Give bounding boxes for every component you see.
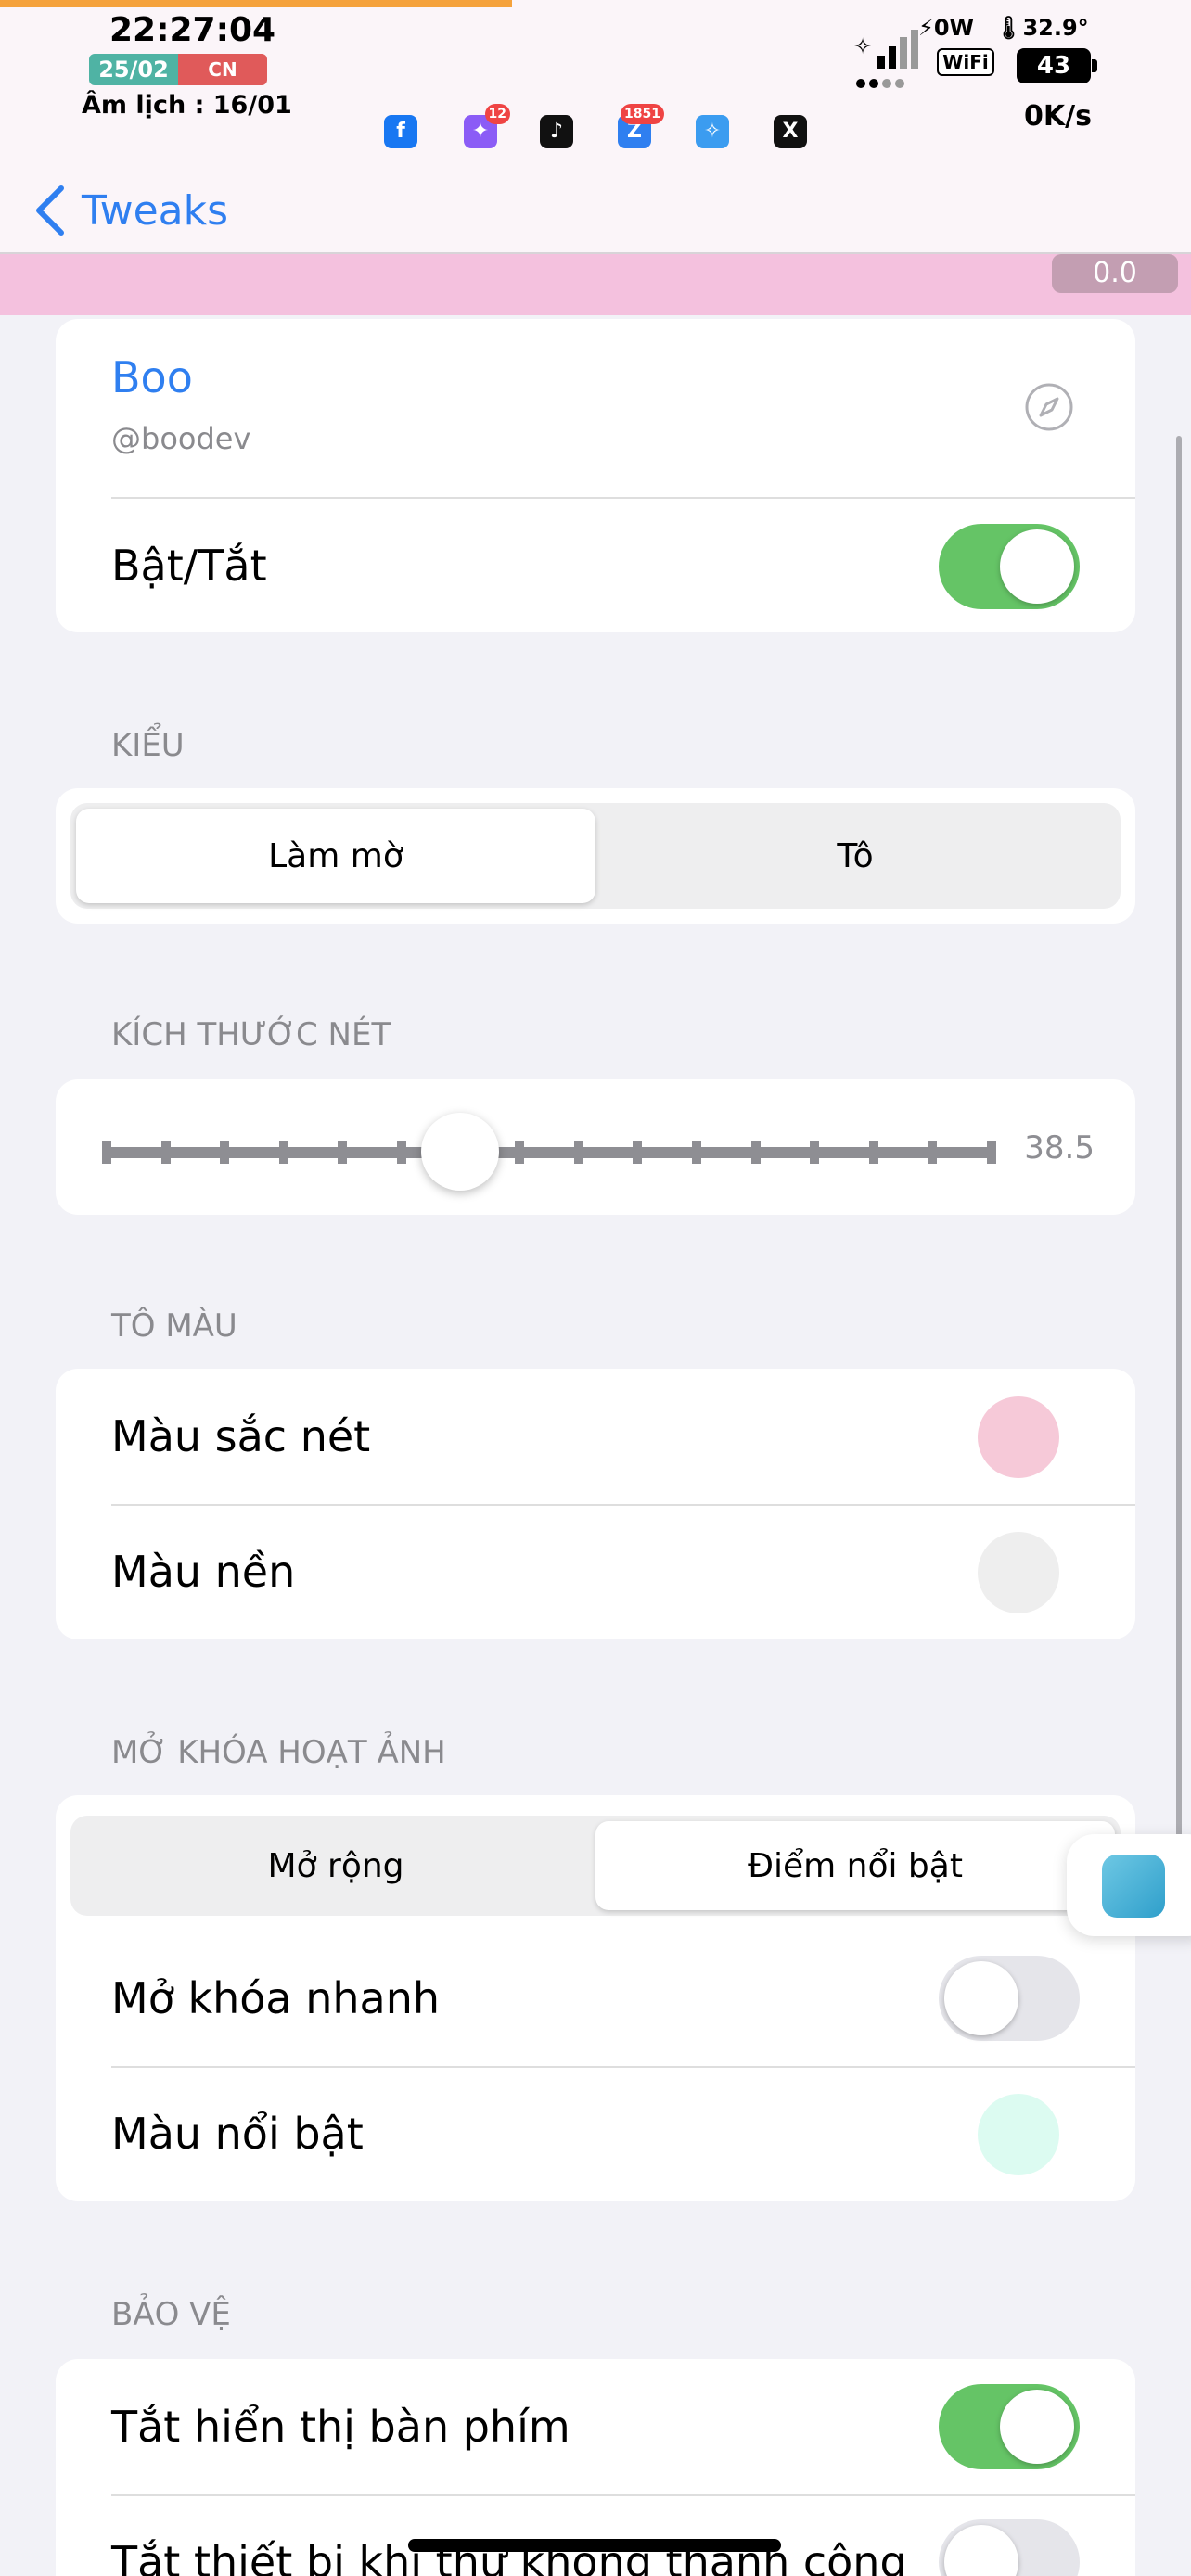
toggle-knob <box>944 1961 1018 2035</box>
enable-toggle[interactable] <box>939 524 1080 609</box>
stroke-size-value: 38.5 <box>1024 1129 1095 1167</box>
segment-fill[interactable]: Tô <box>596 809 1115 903</box>
slider-knob[interactable] <box>420 1113 499 1191</box>
profile-card: Boo @boodev Bật/Tắt <box>56 319 1135 632</box>
safari-icon: ✧ <box>696 115 729 148</box>
clock: 22:27:04 <box>109 11 276 49</box>
charging-wattage: ⚡0W <box>918 15 975 41</box>
slider-tick <box>220 1141 230 1164</box>
toggle-knob <box>1000 529 1074 604</box>
chevron-left-icon <box>36 185 64 236</box>
slider-tick <box>810 1141 820 1164</box>
segment-expand[interactable]: Mở rộng <box>76 1821 596 1910</box>
quick-unlock-label: Mở khóa nhanh <box>111 1973 441 2023</box>
date-badge: 25/02 <box>89 54 178 85</box>
zalo-icon: Z 1851 <box>618 104 664 148</box>
slider-tick <box>397 1141 406 1164</box>
profile-handle: @boodev <box>111 421 251 456</box>
stroke-color-swatch[interactable] <box>978 1396 1059 1478</box>
day-badge: CN <box>178 54 267 85</box>
stroke-size-card: 38.5 <box>56 1079 1135 1215</box>
version-badge: 0.0 <box>1052 254 1178 293</box>
unlock-style-row: Mở rộng Điểm nổi bật <box>56 1795 1135 1931</box>
background-color-swatch[interactable] <box>978 1532 1059 1613</box>
stroke-color-row[interactable]: Màu sắc nét <box>56 1369 1135 1504</box>
section-title-stroke-size: KÍCH THƯỚC NÉT <box>111 1016 391 1053</box>
svg-text:✧: ✧ <box>853 33 872 59</box>
slider-tick <box>338 1141 348 1164</box>
hide-keyboard-label: Tắt hiển thị bàn phím <box>111 2402 570 2452</box>
style-card: Làm mờ Tô <box>56 788 1135 924</box>
scrollbar[interactable] <box>1176 436 1182 1855</box>
back-button[interactable]: Tweaks <box>33 167 228 254</box>
highlight-color-swatch[interactable] <box>978 2094 1059 2175</box>
slider-tick <box>633 1141 643 1164</box>
header-banner: 0.0 <box>0 254 1191 315</box>
slider-tick <box>750 1141 761 1164</box>
slider-tick <box>928 1141 938 1164</box>
enable-label: Bật/Tắt <box>111 541 267 591</box>
slider-tick <box>278 1141 288 1164</box>
hide-keyboard-row: Tắt hiển thị bàn phím <box>56 2359 1135 2494</box>
color-card: Màu sắc nét Màu nền <box>56 1369 1135 1639</box>
toggle-knob <box>944 2525 1018 2576</box>
slider-tick <box>160 1141 171 1164</box>
floating-action-button[interactable] <box>1067 1834 1191 1936</box>
disable-device-row: Tắt thiết bị khi thử không thành công <box>56 2494 1135 2576</box>
wifi-icon: WiFi <box>937 48 994 76</box>
segment-blur[interactable]: Làm mờ <box>76 809 596 903</box>
temperature: 🌡32.9° <box>994 15 1089 41</box>
notification-badge: 12 <box>484 104 510 124</box>
home-indicator <box>408 2539 781 2552</box>
quick-unlock-row: Mở khóa nhanh <box>56 1931 1135 2066</box>
toggle-knob <box>1000 2390 1074 2464</box>
package-icon <box>1102 1855 1165 1918</box>
facebook-icon: f <box>384 115 417 148</box>
battery-indicator: 43 <box>1017 48 1097 83</box>
stroke-color-label: Màu sắc nét <box>111 1411 371 1461</box>
lunar-date: Âm lịch : 16/01 <box>82 91 292 120</box>
network-speed: 0K/s <box>1024 100 1092 133</box>
tiktok-icon: ♪ <box>540 115 573 148</box>
navigation-bar: Tweaks <box>0 167 1191 254</box>
background-color-label: Màu nền <box>111 1547 296 1597</box>
section-title-style: KIỂU <box>111 727 185 764</box>
notification-badge: 1851 <box>621 104 664 124</box>
back-label: Tweaks <box>82 186 229 235</box>
slider-tick <box>692 1141 701 1164</box>
progress-line <box>0 0 512 7</box>
section-title-protection: BẢO VỆ <box>111 2296 231 2333</box>
disable-device-toggle[interactable] <box>939 2519 1080 2576</box>
slider-tick <box>515 1141 525 1164</box>
highlight-color-row[interactable]: Màu nổi bật <box>56 2066 1135 2201</box>
slider-tick <box>987 1141 996 1164</box>
messenger-icon: ✦ 12 <box>464 104 510 148</box>
slider-tick <box>102 1141 111 1164</box>
cellular-signal-icon: ✧ <box>853 30 918 88</box>
stroke-size-slider[interactable] <box>102 1141 996 1164</box>
x-icon: X <box>774 115 807 148</box>
hide-keyboard-toggle[interactable] <box>939 2384 1080 2469</box>
unlock-animation-card: Mở rộng Điểm nổi bật Mở khóa nhanh Màu n… <box>56 1795 1135 2201</box>
status-bar: 22:27:04 25/02 CN Âm lịch : 16/01 f ✦ 12 ♪ Z… <box>0 0 1191 167</box>
profile-row[interactable]: Boo @boodev <box>56 319 1135 497</box>
background-color-row[interactable]: Màu nền <box>56 1504 1135 1639</box>
slider-tick <box>573 1141 583 1164</box>
segment-highlight[interactable]: Điểm nổi bật <box>596 1821 1115 1910</box>
compass-icon[interactable] <box>1024 382 1074 432</box>
highlight-color-label: Màu nổi bật <box>111 2109 364 2159</box>
unlock-segmented-control: Mở rộng Điểm nổi bật <box>70 1816 1121 1916</box>
enable-row: Bật/Tắt <box>111 497 1135 632</box>
section-title-unlock-animation: MỞ KHÓA HOẠT ẢNH <box>111 1734 446 1771</box>
slider-tick <box>868 1141 878 1164</box>
section-title-color: TÔ MÀU <box>111 1307 237 1345</box>
style-segmented-control: Làm mờ Tô <box>70 803 1121 909</box>
quick-unlock-toggle[interactable] <box>939 1956 1080 2041</box>
profile-name: Boo <box>111 352 193 402</box>
